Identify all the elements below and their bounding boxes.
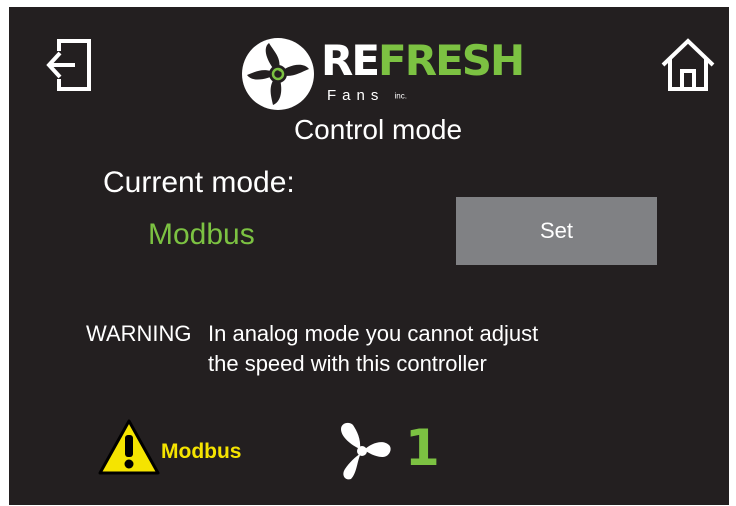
set-mode-button[interactable]: Set [456, 197, 657, 265]
home-icon [661, 38, 715, 91]
warning-message: In analog mode you cannot adjust the spe… [208, 319, 608, 379]
status-mode-text: Modbus [161, 440, 242, 463]
warning-label: WARNING [86, 321, 192, 346]
current-mode-value: Modbus [148, 218, 255, 251]
logo-swirl-icon [242, 38, 314, 110]
exit-button[interactable] [45, 37, 93, 93]
warning-line-2: the speed with this controller [208, 351, 487, 376]
logo-brand-text: REFRESH [321, 36, 525, 85]
current-mode-label: Current mode: [103, 166, 295, 199]
fan-icon [341, 422, 391, 480]
control-mode-screen: REFRESH Fans inc. Control mode Current m… [9, 7, 729, 505]
fan-speed-value: 1 [405, 419, 440, 477]
logo-subtext: Fans inc. [327, 87, 407, 104]
warning-line-1: In analog mode you cannot adjust [208, 321, 539, 346]
exit-door-icon [46, 39, 91, 91]
warning-triangle-icon [98, 419, 160, 475]
refresh-fans-logo: REFRESH Fans inc. [239, 35, 529, 115]
home-button[interactable] [659, 37, 717, 93]
page-title: Control mode [293, 114, 463, 145]
